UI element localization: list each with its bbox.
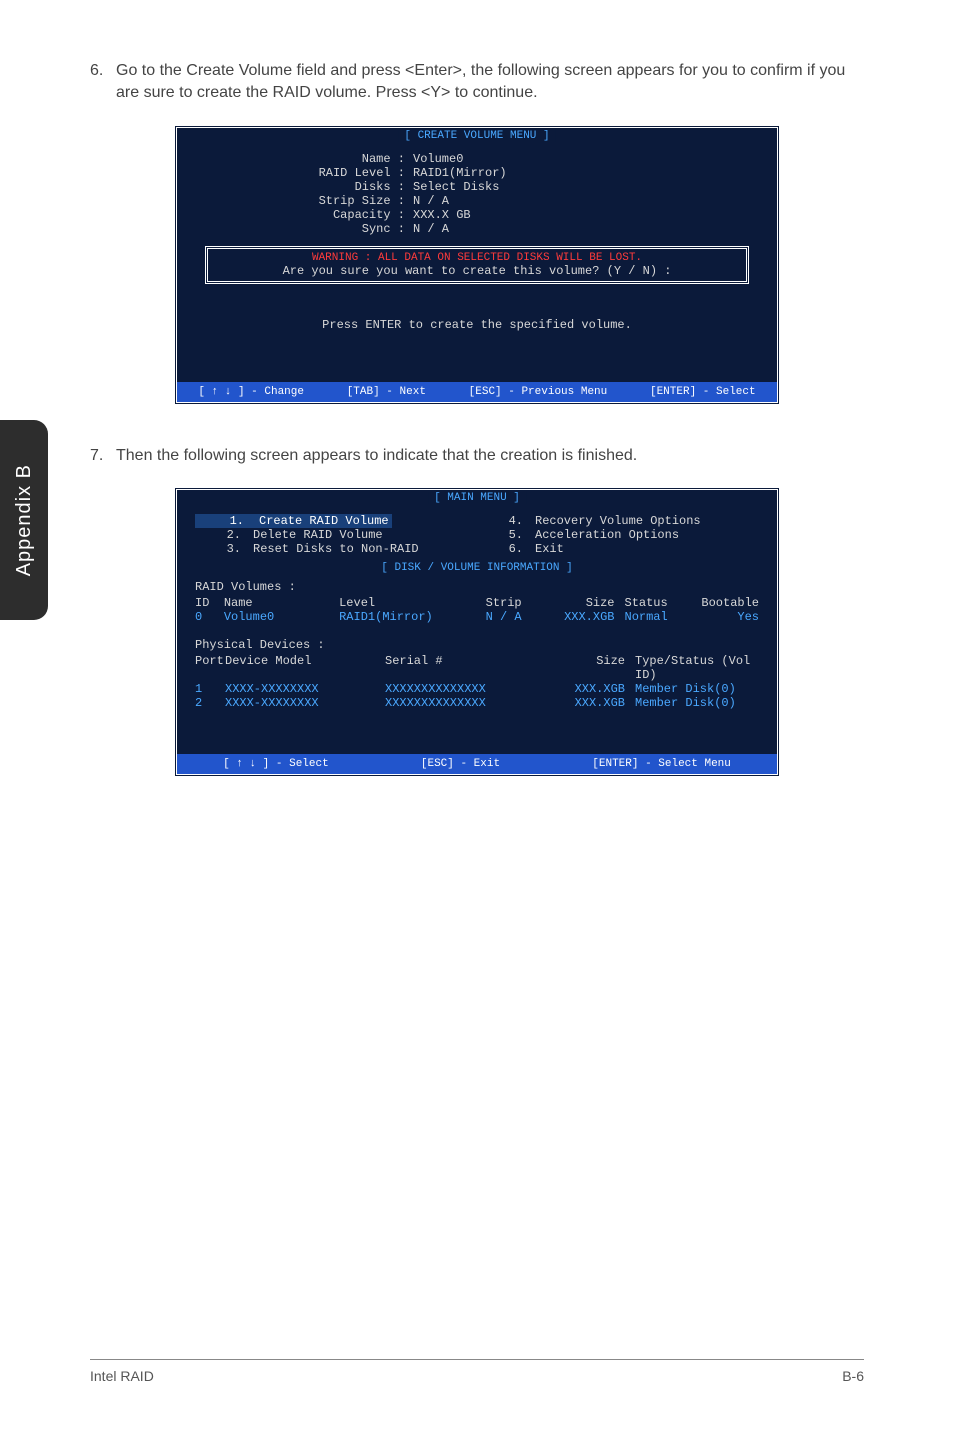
cell-serial: XXXXXXXXXXXXXX [385,696,545,710]
menu-index-5[interactable]: 5. [477,528,535,542]
menu-item-create[interactable]: Create RAID Volume [256,514,392,528]
menu-item-acceleration[interactable]: Acceleration Options [535,528,679,542]
col-device-model: Device Model [225,654,385,682]
paragraph-6: 6. Go to the Create Volume field and pre… [90,60,864,105]
device-row: 1 XXXX-XXXXXXXX XXXXXXXXXXXXXX XXX.XGB M… [195,682,759,696]
hint-esc: [ESC] - Previous Menu [469,386,608,398]
cell-strip: N / A [464,610,538,624]
col-size: Size [545,654,635,682]
cell-id: 0 [195,610,224,624]
label-strip-size: Strip Size : [315,194,413,208]
volume-row: 0 Volume0 RAID1(Mirror) N / A XXX.XGB No… [195,610,759,624]
menu-item-exit[interactable]: Exit [535,542,564,556]
menu-index-2[interactable]: 2. [195,528,253,542]
menu-item-delete[interactable]: Delete RAID Volume [253,528,383,542]
warning-text: WARNING : ALL DATA ON SELECTED DISKS WIL… [212,252,742,264]
menu-index-6[interactable]: 6. [477,542,535,556]
col-id: ID [195,596,224,610]
value-disks: Select Disks [413,180,499,194]
hint-enter: [ENTER] - Select Menu [592,758,731,770]
col-bootable: Bootable [692,596,759,610]
create-volume-screen: [ CREATE VOLUME MENU ] Name :Volume0 RAI… [174,125,780,405]
sidebar-tab: Appendix B [0,420,48,620]
enter-prompt: Press ENTER to create the specified volu… [195,288,759,368]
menu-index-4[interactable]: 4. [477,514,535,528]
label-sync: Sync : [315,222,413,236]
cell-size: XXX.XGB [545,682,635,696]
cell-size: XXX.XGB [545,696,635,710]
cell-serial: XXXXXXXXXXXXXX [385,682,545,696]
sidebar-label: Appendix B [13,464,36,576]
value-name: Volume0 [413,152,463,166]
col-size: Size [538,596,625,610]
field-list: Name :Volume0 RAID Level :RAID1(Mirror) … [315,152,759,236]
confirm-prompt[interactable]: Are you sure you want to create this vol… [212,264,742,278]
hint-esc: [ESC] - Exit [421,758,500,770]
main-menu-screen: [ MAIN MENU ] 1.Create RAID Volume 4.Rec… [174,487,780,777]
col-strip: Strip [464,596,538,610]
menu-item-recovery[interactable]: Recovery Volume Options [535,514,701,528]
step-text: Then the following screen appears to ind… [116,445,637,467]
screen-footer: [ ↑ ↓ ] - Change [TAB] - Next [ESC] - Pr… [177,382,777,402]
info-divider: [ DISK / VOLUME INFORMATION ] [195,562,759,574]
col-status: Status [625,596,692,610]
paragraph-7: 7. Then the following screen appears to … [90,445,864,467]
label-disks: Disks : [315,180,413,194]
hint-enter: [ENTER] - Select [650,386,756,398]
cell-status: Normal [625,610,692,624]
value-strip-size: N / A [413,194,449,208]
label-name: Name : [315,152,413,166]
hint-tab: [TAB] - Next [347,386,426,398]
value-raid-level: RAID1(Mirror) [413,166,507,180]
screen-body: 1.Create RAID Volume 4.Recovery Volume O… [177,504,777,754]
label-raid-level: RAID Level : [315,166,413,180]
col-port: Port [195,654,225,682]
step-number: 6. [90,60,116,105]
value-capacity: XXX.X GB [413,208,471,222]
device-table-header: Port Device Model Serial # Size Type/Sta… [195,654,759,682]
col-serial: Serial # [385,654,545,682]
cell-model: XXXX-XXXXXXXX [225,696,385,710]
menu-item-reset[interactable]: Reset Disks to Non-RAID [253,542,419,556]
cell-size: XXX.XGB [538,610,625,624]
main-menu: 1.Create RAID Volume 4.Recovery Volume O… [195,514,759,556]
device-row: 2 XXXX-XXXXXXXX XXXXXXXXXXXXXX XXX.XGB M… [195,696,759,710]
screen-title: [ MAIN MENU ] [428,492,526,504]
menu-index-3[interactable]: 3. [195,542,253,556]
cell-type: Member Disk(0) [635,682,759,696]
cell-model: XXXX-XXXXXXXX [225,682,385,696]
footer-page-number: B-6 [842,1368,864,1384]
step-number: 7. [90,445,116,467]
col-level: Level [339,596,464,610]
cell-port: 2 [195,696,225,710]
footer-left: Intel RAID [90,1368,154,1384]
screen-body: Name :Volume0 RAID Level :RAID1(Mirror) … [177,142,777,382]
cell-level: RAID1(Mirror) [339,610,464,624]
col-type-status: Type/Status (Vol ID) [635,654,759,682]
col-name: Name [224,596,339,610]
cell-type: Member Disk(0) [635,696,759,710]
step-text: Go to the Create Volume field and press … [116,60,864,105]
cell-port: 1 [195,682,225,696]
volume-table-header: ID Name Level Strip Size Status Bootable [195,596,759,610]
hint-change: [ ↑ ↓ ] - Change [198,386,304,398]
cell-name: Volume0 [224,610,339,624]
physical-devices-label: Physical Devices : [195,638,759,652]
menu-index-1[interactable]: 1. [195,514,256,528]
page-content: 6. Go to the Create Volume field and pre… [0,0,954,777]
cell-bootable: Yes [692,610,759,624]
raid-volumes-label: RAID Volumes : [195,580,759,594]
value-sync: N / A [413,222,449,236]
warning-dialog: WARNING : ALL DATA ON SELECTED DISKS WIL… [205,246,749,284]
screen-footer: [ ↑ ↓ ] - Select [ESC] - Exit [ENTER] - … [177,754,777,774]
page-footer: Intel RAID B-6 [90,1359,864,1384]
label-capacity: Capacity : [315,208,413,222]
screen-title: [ CREATE VOLUME MENU ] [398,130,555,142]
hint-select: [ ↑ ↓ ] - Select [223,758,329,770]
